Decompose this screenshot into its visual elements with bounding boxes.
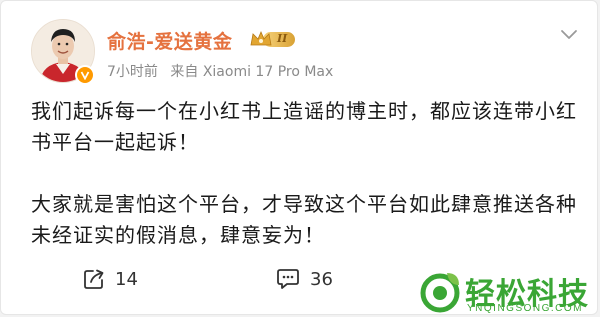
author-name[interactable]: 俞浩-爱送黄金 <box>107 27 232 54</box>
watermark: 轻松科技 YNQINGSONG.COM <box>415 267 597 314</box>
chevron-down-icon[interactable] <box>559 27 579 41</box>
repost-count: 14 <box>115 268 138 290</box>
share-icon <box>84 269 104 289</box>
post-paragraph: 我们起诉每一个在小红书上造谣的博主时，都应该连带小红书平台一起起诉！ <box>31 99 577 154</box>
comment-icon <box>277 269 299 289</box>
member-badge-icon: II <box>249 28 297 50</box>
watermark-subtitle: YNQINGSONG.COM <box>467 303 584 314</box>
repost-button[interactable]: 14 <box>83 265 138 293</box>
weibo-post-card: 俞浩-爱送黄金 II 7小时前 来自 Xiaomi 17 Pro Max 我们起… <box>0 0 598 315</box>
comment-button[interactable]: 36 <box>276 265 333 293</box>
post-meta: 7小时前 来自 Xiaomi 17 Pro Max <box>107 61 333 81</box>
post-time[interactable]: 7小时前 <box>107 64 158 80</box>
post-source: 来自 Xiaomi 17 Pro Max <box>170 64 334 80</box>
post-content: 我们起诉每一个在小红书上造谣的博主时，都应该连带小红书平台一起起诉！ 大家就是害… <box>31 96 579 251</box>
comment-count: 36 <box>310 268 333 290</box>
member-level: II <box>277 32 288 45</box>
post-paragraph: 大家就是害怕这个平台，才导致这个平台如此肆意推送各种未经证实的假消息，肆意妄为！ <box>31 192 577 247</box>
verified-badge-icon <box>75 65 95 85</box>
watermark-logo-icon <box>420 273 460 313</box>
